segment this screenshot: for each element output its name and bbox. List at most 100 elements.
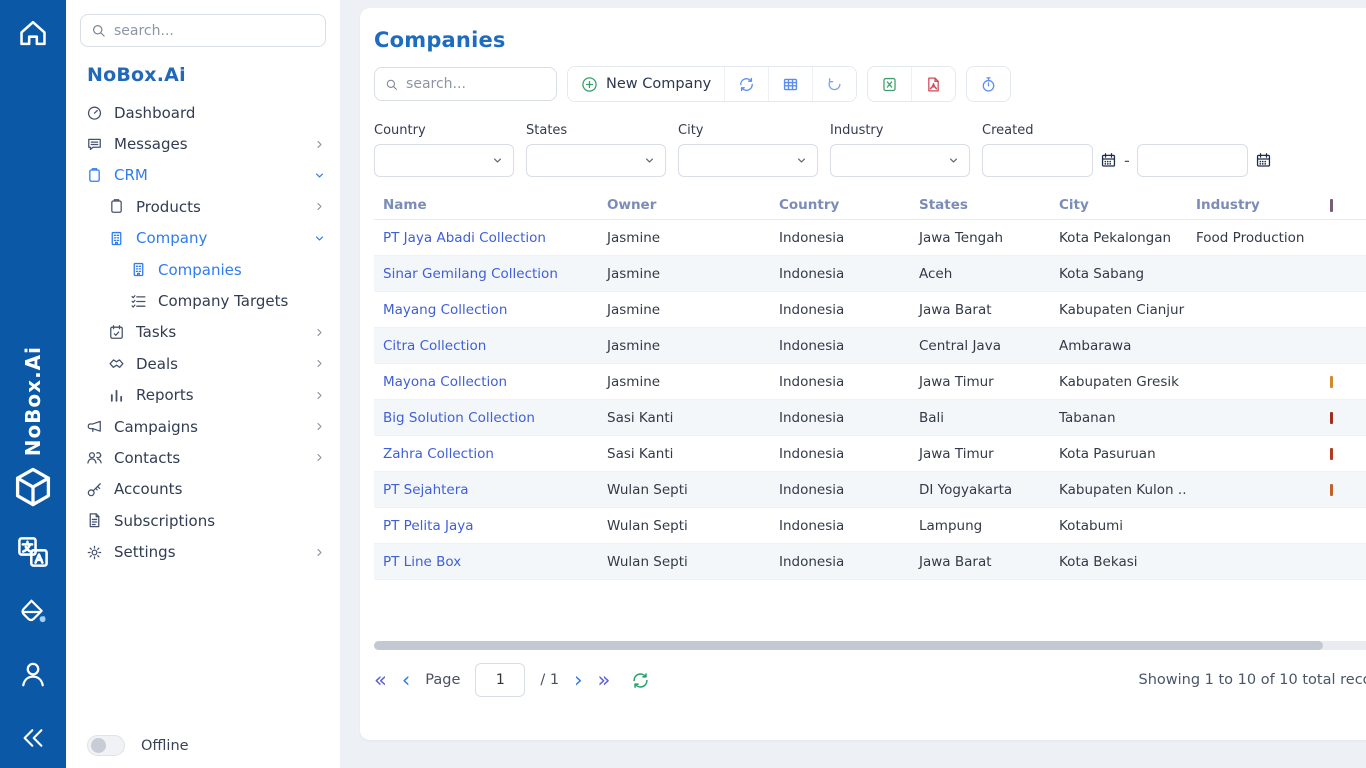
table-cell: Indonesia	[770, 302, 910, 318]
table-cell: Indonesia	[770, 266, 910, 282]
company-name-link[interactable]: Citra Collection	[374, 338, 598, 354]
excel-export-button[interactable]	[868, 67, 912, 101]
column-header-city[interactable]: City	[1050, 197, 1187, 213]
sidebar-item-tasks[interactable]: Tasks	[80, 317, 326, 348]
next-page-button[interactable]: ›	[574, 670, 582, 691]
table-row: Big Solution CollectionSasi KantiIndones…	[374, 400, 1366, 436]
user-icon[interactable]	[17, 658, 49, 690]
translate-icon[interactable]	[15, 534, 51, 570]
chevron-right-icon	[313, 451, 326, 464]
created-from-input[interactable]	[982, 144, 1093, 177]
created-to-input[interactable]	[1137, 144, 1248, 177]
collapse-icon[interactable]	[17, 722, 49, 754]
table-icon	[782, 76, 799, 93]
column-header-country[interactable]: Country	[770, 197, 910, 213]
table-cell: Indonesia	[770, 518, 910, 534]
key-icon	[86, 481, 103, 498]
refresh-button[interactable]	[725, 67, 769, 101]
sidebar-item-label: Company Targets	[158, 292, 288, 310]
reset-button[interactable]	[813, 67, 856, 101]
offline-toggle[interactable]	[87, 735, 125, 756]
filters-bar: Country States City Industry Created	[374, 123, 1366, 177]
sidebar-item-settings[interactable]: Settings	[80, 536, 326, 567]
table-cell: Jawa Timur	[910, 374, 1050, 390]
chevron-down-icon	[643, 154, 656, 167]
filter-states: States	[526, 123, 666, 177]
table-cell: Jawa Barat	[910, 554, 1050, 570]
column-header-name[interactable]: Name	[374, 197, 598, 213]
sidebar-search-input[interactable]	[114, 23, 315, 39]
table-row: Zahra CollectionSasi KantiIndonesiaJawa …	[374, 436, 1366, 472]
table-cell: Bali	[910, 410, 1050, 426]
filter-label: Created	[982, 123, 1272, 138]
city-select[interactable]	[678, 144, 818, 177]
paint-icon[interactable]	[17, 596, 49, 628]
sidebar-item-label: Tasks	[136, 323, 176, 341]
sidebar-item-label: Companies	[158, 261, 242, 279]
table-search-input[interactable]	[406, 76, 546, 92]
table-row: Mayona CollectionJasmineIndonesiaJawa Ti…	[374, 364, 1366, 400]
sidebar-nav: DashboardMessagesCRMProductsCompany Compa…	[80, 97, 326, 735]
pdf-export-button[interactable]	[912, 67, 955, 101]
column-header-owner[interactable]: Owner	[598, 197, 770, 213]
first-page-button[interactable]: «	[374, 670, 387, 691]
country-select[interactable]	[374, 144, 514, 177]
industry-select[interactable]	[830, 144, 970, 177]
sidebar-item-accounts[interactable]: Accounts	[80, 474, 326, 505]
company-name-link[interactable]: Mayang Collection	[374, 302, 598, 318]
sidebar-item-campaigns[interactable]: Campaigns	[80, 411, 326, 442]
last-page-button[interactable]: »	[598, 670, 611, 691]
column-header-states[interactable]: States	[910, 197, 1050, 213]
bar-chart-icon	[108, 387, 125, 404]
table-cell: Wulan Septi	[598, 554, 770, 570]
company-name-link[interactable]: PT Line Box	[374, 554, 598, 570]
table-search[interactable]	[374, 67, 557, 101]
company-name-link[interactable]: Zahra Collection	[374, 446, 598, 462]
sidebar-item-messages[interactable]: Messages	[80, 128, 326, 159]
sidebar-item-dashboard[interactable]: Dashboard	[80, 97, 326, 128]
table-cell: Jasmine	[598, 338, 770, 354]
sidebar-item-reports[interactable]: Reports	[80, 380, 326, 411]
company-name-link[interactable]: Sinar Gemilang Collection	[374, 266, 598, 282]
sidebar-search[interactable]	[80, 14, 326, 47]
cube-logo-icon[interactable]	[10, 464, 56, 510]
sidebar-item-company[interactable]: Company	[80, 223, 326, 254]
prev-page-button[interactable]: ‹	[402, 670, 410, 691]
sidebar-item-products[interactable]: Products	[80, 191, 326, 222]
chevron-down-icon	[795, 154, 808, 167]
company-name-link[interactable]: PT Jaya Abadi Collection	[374, 230, 598, 246]
states-select[interactable]	[526, 144, 666, 177]
sidebar-item-company-targets[interactable]: Company Targets	[80, 285, 326, 316]
page-total: / 1	[540, 672, 559, 688]
stopwatch-button[interactable]	[967, 67, 1010, 101]
reload-table-button[interactable]	[631, 671, 650, 690]
refresh-icon	[631, 671, 650, 690]
sidebar-item-companies[interactable]: Companies	[80, 254, 326, 285]
icon-rail: NoBox.Ai	[0, 0, 66, 768]
company-name-link[interactable]: Big Solution Collection	[374, 410, 598, 426]
table-cell: Central Java	[910, 338, 1050, 354]
horizontal-scrollbar[interactable]	[374, 641, 1366, 650]
company-name-link[interactable]: PT Pelita Jaya	[374, 518, 598, 534]
sidebar-item-crm[interactable]: CRM	[80, 160, 326, 191]
building-icon	[108, 230, 125, 247]
truncated-cell-sliver	[1330, 376, 1333, 388]
scrollbar-thumb[interactable]	[374, 641, 1323, 650]
page-number-input[interactable]	[475, 663, 525, 697]
new-company-button[interactable]: New Company	[568, 67, 725, 101]
column-header-industry[interactable]: Industry	[1187, 197, 1323, 213]
table-view-button[interactable]	[769, 67, 813, 101]
sidebar-item-deals[interactable]: Deals	[80, 348, 326, 379]
company-name-link[interactable]: PT Sejahtera	[374, 482, 598, 498]
message-icon	[86, 136, 103, 153]
sidebar-item-subscriptions[interactable]: Subscriptions	[80, 505, 326, 536]
timer-group	[966, 66, 1011, 102]
home-icon[interactable]	[15, 14, 51, 50]
calendar-icon[interactable]	[1100, 152, 1117, 169]
sidebar-item-contacts[interactable]: Contacts	[80, 442, 326, 473]
calendar-icon[interactable]	[1255, 152, 1272, 169]
main-area: Companies New Company	[340, 0, 1366, 768]
building-icon	[130, 261, 147, 278]
company-name-link[interactable]: Mayona Collection	[374, 374, 598, 390]
table-cell: Jawa Barat	[910, 302, 1050, 318]
